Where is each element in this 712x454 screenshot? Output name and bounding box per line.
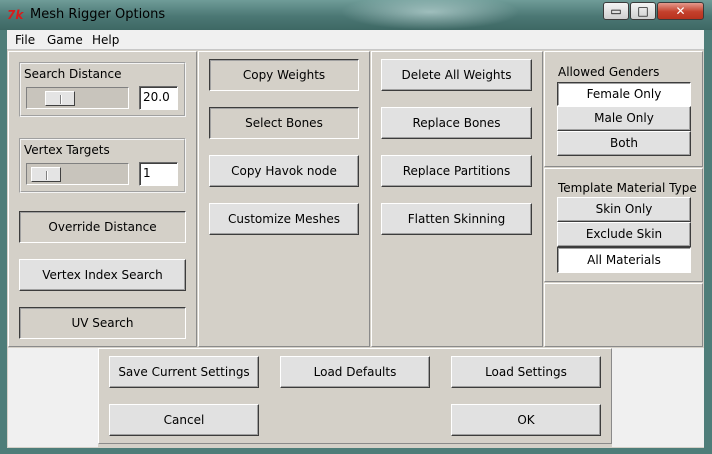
bottom-right-filler bbox=[612, 348, 704, 447]
vertex-targets-slider-thumb[interactable] bbox=[31, 167, 61, 182]
search-distance-label: Search Distance bbox=[24, 67, 122, 81]
menu-help[interactable]: Help bbox=[92, 32, 119, 48]
maximize-button[interactable]: □ bbox=[630, 2, 656, 20]
override-distance-toggle[interactable]: Override Distance bbox=[19, 211, 186, 243]
window-title: Mesh Rigger Options bbox=[30, 7, 166, 22]
vertex-targets-label: Vertex Targets bbox=[24, 143, 110, 157]
material-option-exclude-skin[interactable]: Exclude Skin bbox=[557, 222, 691, 247]
search-distance-field[interactable]: 20.0 bbox=[139, 86, 178, 110]
minimize-button[interactable]: ▭ bbox=[603, 2, 629, 20]
material-option-skin-only[interactable]: Skin Only bbox=[557, 197, 691, 222]
material-option-all-materials[interactable]: All Materials bbox=[557, 247, 691, 273]
gender-option-both[interactable]: Both bbox=[557, 131, 691, 156]
gender-option-female-only[interactable]: Female Only bbox=[557, 82, 691, 106]
minimize-icon: ▭ bbox=[610, 4, 622, 18]
select-bones-toggle[interactable]: Select Bones bbox=[209, 107, 359, 139]
search-distance-slider[interactable] bbox=[26, 87, 129, 109]
vertex-targets-slider[interactable] bbox=[26, 163, 129, 185]
load-defaults-button[interactable]: Load Defaults bbox=[280, 356, 430, 388]
menu-file[interactable]: File bbox=[15, 32, 35, 48]
save-current-settings-button[interactable]: Save Current Settings bbox=[109, 356, 259, 388]
template-material-type-label: Template Material Type bbox=[558, 181, 697, 195]
cancel-button[interactable]: Cancel bbox=[109, 404, 259, 436]
right-panel bbox=[371, 51, 543, 347]
maximize-icon: □ bbox=[637, 4, 649, 18]
middle-panel bbox=[198, 51, 370, 347]
search-distance-slider-thumb[interactable] bbox=[45, 91, 75, 106]
replace-partitions-button[interactable]: Replace Partitions bbox=[381, 155, 532, 187]
tk-feather-icon: 7k bbox=[7, 8, 24, 22]
load-settings-button[interactable]: Load Settings bbox=[451, 356, 601, 388]
empty-panel bbox=[544, 283, 703, 347]
menu-game[interactable]: Game bbox=[47, 32, 83, 48]
ok-button[interactable]: OK bbox=[451, 404, 601, 436]
allowed-genders-label: Allowed Genders bbox=[558, 65, 660, 79]
copy-weights-toggle[interactable]: Copy Weights bbox=[209, 59, 359, 91]
title-glow bbox=[340, 0, 520, 30]
close-icon: ✕ bbox=[675, 4, 686, 18]
window-frame-right bbox=[704, 30, 712, 454]
close-button[interactable]: ✕ bbox=[657, 2, 704, 20]
uv-search-toggle[interactable]: UV Search bbox=[19, 307, 186, 339]
customize-meshes-button[interactable]: Customize Meshes bbox=[209, 203, 359, 235]
replace-bones-button[interactable]: Replace Bones bbox=[381, 107, 532, 139]
vertex-targets-field[interactable]: 1 bbox=[139, 162, 178, 186]
delete-all-weights-button[interactable]: Delete All Weights bbox=[381, 59, 532, 91]
flatten-skinning-button[interactable]: Flatten Skinning bbox=[381, 203, 532, 235]
copy-havok-node-button[interactable]: Copy Havok node bbox=[209, 155, 359, 187]
vertex-index-search-button[interactable]: Vertex Index Search bbox=[19, 259, 186, 291]
bottom-left-filler bbox=[8, 348, 98, 447]
window-frame-bottom bbox=[0, 448, 712, 454]
gender-option-male-only[interactable]: Male Only bbox=[557, 106, 691, 131]
window-frame-left bbox=[0, 30, 7, 454]
